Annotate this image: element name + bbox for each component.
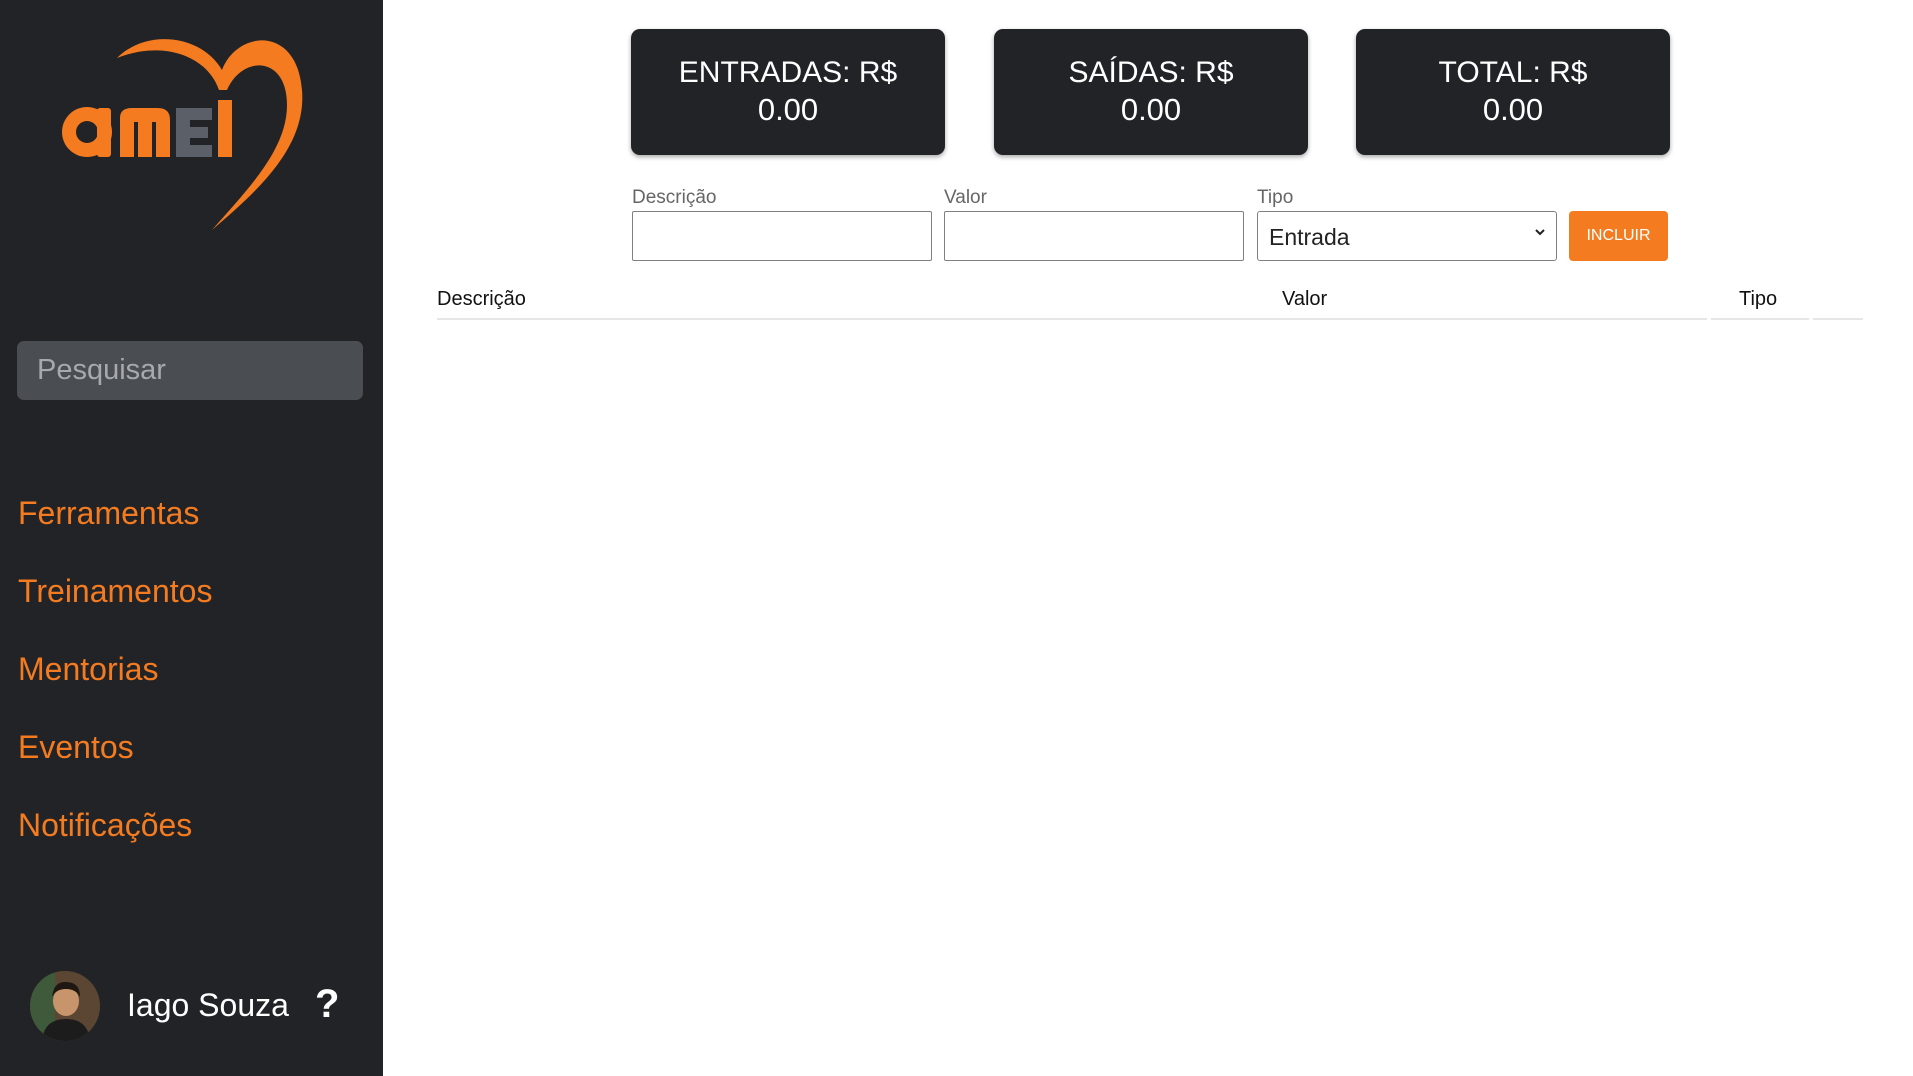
sidebar-item-notificacoes[interactable]: Notificações: [18, 800, 212, 878]
app-root: Ferramentas Treinamentos Mentorias Event…: [0, 0, 1913, 1076]
valor-label: Valor: [944, 187, 987, 208]
tipo-select[interactable]: Entrada: [1257, 211, 1557, 261]
user-profile: Iago Souza ?: [30, 970, 360, 1045]
entradas-value: 0.00: [757, 92, 819, 127]
incluir-button[interactable]: INCLUIR: [1569, 211, 1668, 261]
table-header-divider: [1813, 318, 1863, 320]
column-header-descricao[interactable]: Descrição: [437, 288, 526, 311]
chevron-down-icon: [1535, 229, 1545, 236]
help-icon[interactable]: ?: [315, 982, 339, 1027]
total-value: 0.00: [1482, 92, 1544, 127]
search-input[interactable]: [17, 341, 363, 400]
saidas-value: 0.00: [1120, 92, 1182, 127]
sidebar-item-mentorias[interactable]: Mentorias: [18, 644, 212, 722]
avatar[interactable]: [30, 971, 100, 1041]
sidebar-nav: Ferramentas Treinamentos Mentorias Event…: [18, 488, 212, 878]
tipo-select-value: Entrada: [1269, 224, 1350, 250]
tipo-label: Tipo: [1257, 187, 1294, 208]
sidebar-item-ferramentas[interactable]: Ferramentas: [18, 488, 212, 566]
column-header-tipo[interactable]: Tipo: [1739, 288, 1777, 311]
descricao-label: Descrição: [632, 187, 717, 208]
sidebar: Ferramentas Treinamentos Mentorias Event…: [0, 0, 383, 1076]
amei-logo: [62, 30, 312, 235]
valor-input[interactable]: [944, 211, 1244, 261]
descricao-input[interactable]: [632, 211, 932, 261]
table-header-divider: [437, 318, 1707, 320]
entradas-card: ENTRADAS: R$ 0.00: [631, 29, 945, 155]
user-name: Iago Souza: [127, 987, 289, 1023]
saidas-card: SAÍDAS: R$ 0.00: [994, 29, 1308, 155]
sidebar-item-treinamentos[interactable]: Treinamentos: [18, 566, 212, 644]
column-header-valor[interactable]: Valor: [1282, 288, 1327, 311]
table-header-divider: [1711, 318, 1809, 320]
entradas-label: ENTRADAS: R$: [678, 56, 898, 89]
saidas-label: SAÍDAS: R$: [1068, 56, 1234, 89]
sidebar-item-eventos[interactable]: Eventos: [18, 722, 212, 800]
total-card: TOTAL: R$ 0.00: [1356, 29, 1670, 155]
total-label: TOTAL: R$: [1438, 56, 1588, 89]
